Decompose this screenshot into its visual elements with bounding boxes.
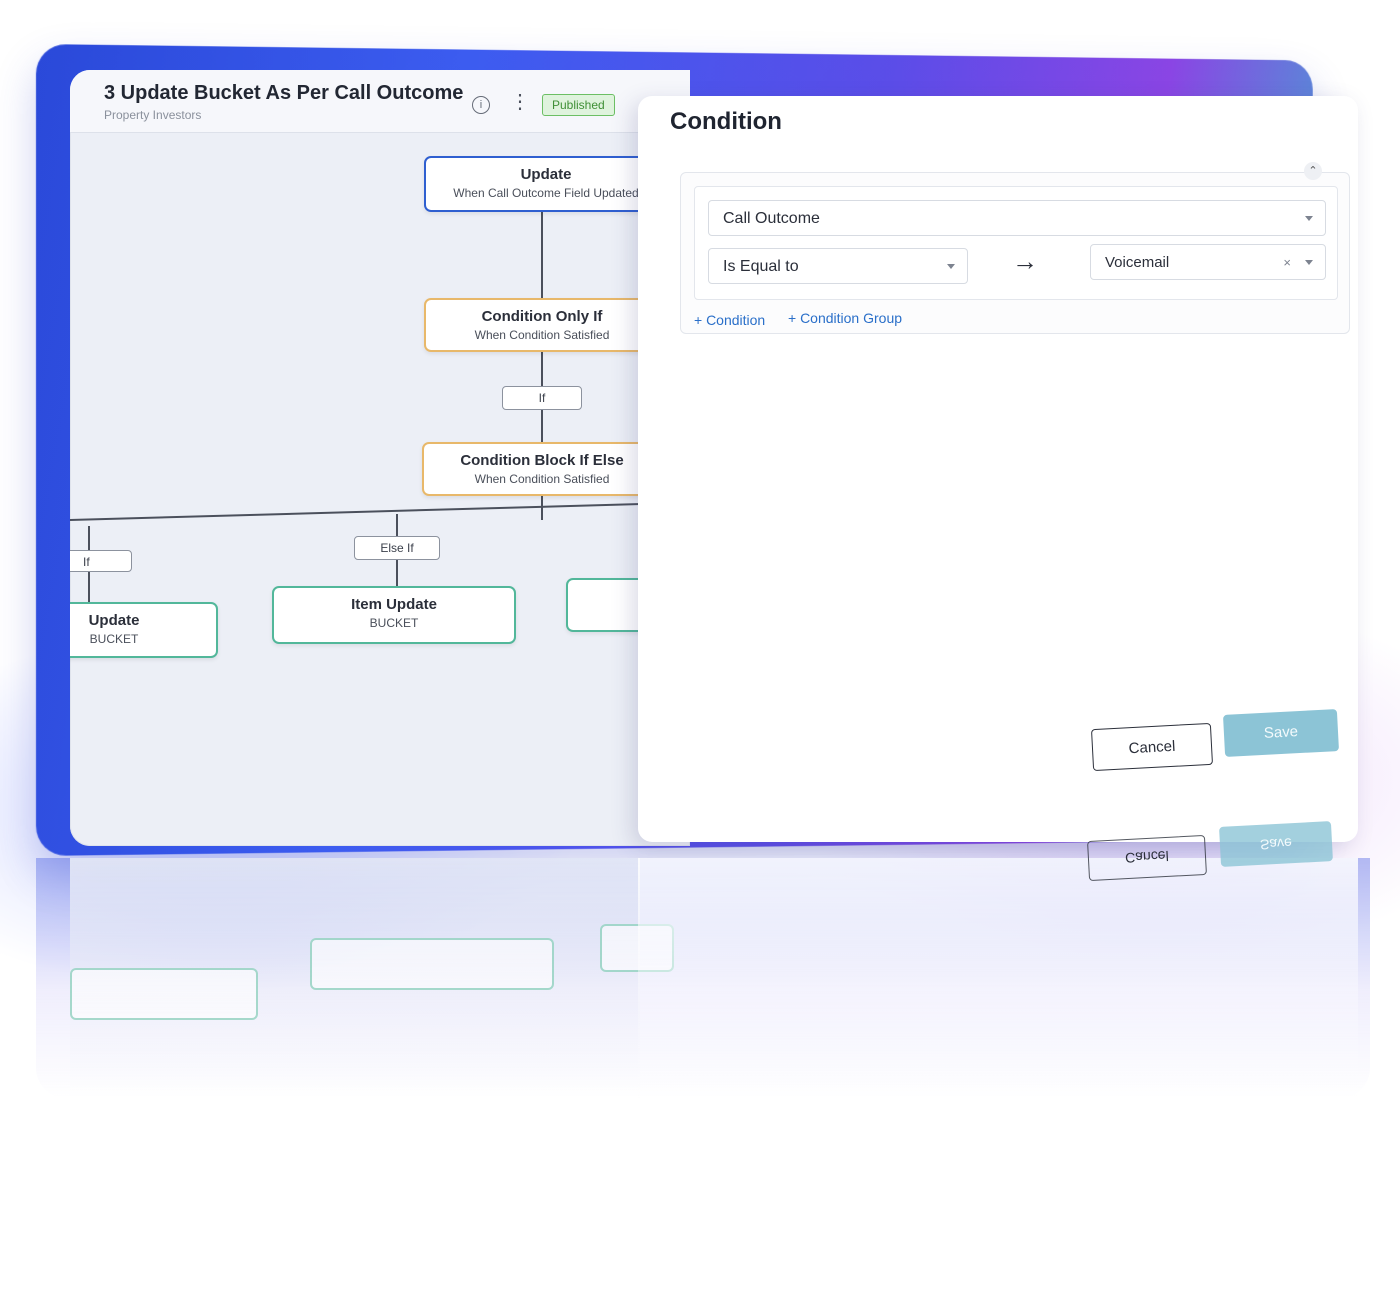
field-select[interactable]: Call Outcome [708, 200, 1326, 236]
connector [541, 210, 543, 300]
save-button[interactable]: Save [1222, 709, 1340, 757]
reflection-panel: Cancel Save [638, 821, 1358, 1098]
workflow-subtitle: Property Investors [104, 108, 202, 122]
condition-block-node[interactable]: Condition Block If Else When Condition S… [422, 442, 662, 496]
workflow-editor: 3 Update Bucket As Per Call Outcome Prop… [70, 70, 690, 846]
value-select-value: Voicemail [1105, 254, 1170, 271]
reflection-cancel-button: Cancel [1087, 834, 1207, 882]
chevron-down-icon [1305, 260, 1313, 265]
if-pill[interactable]: If [502, 386, 582, 410]
add-condition-group-link[interactable]: + Condition Group [788, 310, 902, 326]
branch-else-if-pill[interactable]: Else If [354, 536, 440, 560]
node-title: Update [520, 166, 572, 183]
node-title: Item Update [351, 596, 437, 613]
info-icon[interactable]: i [472, 96, 490, 114]
workflow-title: 3 Update Bucket As Per Call Outcome [104, 82, 464, 104]
app-mockup: 3 Update Bucket As Per Call Outcome Prop… [0, 0, 1400, 1307]
reflection-node [310, 938, 554, 990]
node-title: Condition Only If [481, 308, 603, 325]
update-bucket-node[interactable]: Update BUCKET [70, 602, 218, 658]
node-title: Condition Block If Else [460, 452, 624, 469]
arrow-right-icon: → [1012, 246, 1038, 276]
item-update-node[interactable]: Item Update BUCKET [272, 586, 516, 644]
cancel-button[interactable]: Cancel [1090, 722, 1214, 772]
operator-select-value: Is Equal to [723, 258, 799, 275]
connector [88, 570, 90, 602]
connector [88, 526, 90, 550]
chevron-down-icon [1305, 216, 1313, 221]
panel-title: Condition [670, 108, 782, 135]
connector [396, 560, 398, 586]
condition-panel: Condition ⌃ Call Outcome Is Equal to → V… [638, 96, 1358, 842]
node-title: Update [88, 612, 140, 629]
field-select-value: Call Outcome [723, 210, 820, 227]
node-subtitle: BUCKET [89, 632, 139, 646]
chevron-down-icon [947, 264, 955, 269]
chevron-up-icon[interactable]: ⌃ [1304, 162, 1322, 180]
more-vertical-icon[interactable]: ⋮ [510, 92, 530, 112]
branch-if-pill[interactable]: If [70, 550, 132, 572]
operator-select[interactable]: Is Equal to [708, 248, 968, 284]
value-select[interactable]: Voicemail × [1090, 244, 1326, 280]
node-subtitle: When Call Outcome Field Updated [453, 186, 639, 200]
trigger-node[interactable]: Update When Call Outcome Field Updated [424, 156, 668, 212]
node-subtitle: BUCKET [369, 616, 419, 630]
status-badge: Published [542, 94, 615, 116]
reflection: Cancel Save [36, 821, 1370, 1098]
node-subtitle: When Condition Satisfied [474, 472, 610, 486]
connector [541, 350, 543, 386]
add-condition-link[interactable]: + Condition [694, 312, 765, 328]
node-subtitle: When Condition Satisfied [474, 328, 610, 342]
reflection-node [70, 968, 258, 1020]
close-icon[interactable]: × [1283, 245, 1291, 281]
reflection-save-button: Save [1219, 821, 1333, 867]
connector [541, 410, 543, 444]
editor-header: 3 Update Bucket As Per Call Outcome Prop… [70, 70, 690, 133]
connector [70, 501, 690, 521]
condition-only-if-node[interactable]: Condition Only If When Condition Satisfi… [424, 298, 660, 352]
reflection-editor [70, 858, 674, 1098]
